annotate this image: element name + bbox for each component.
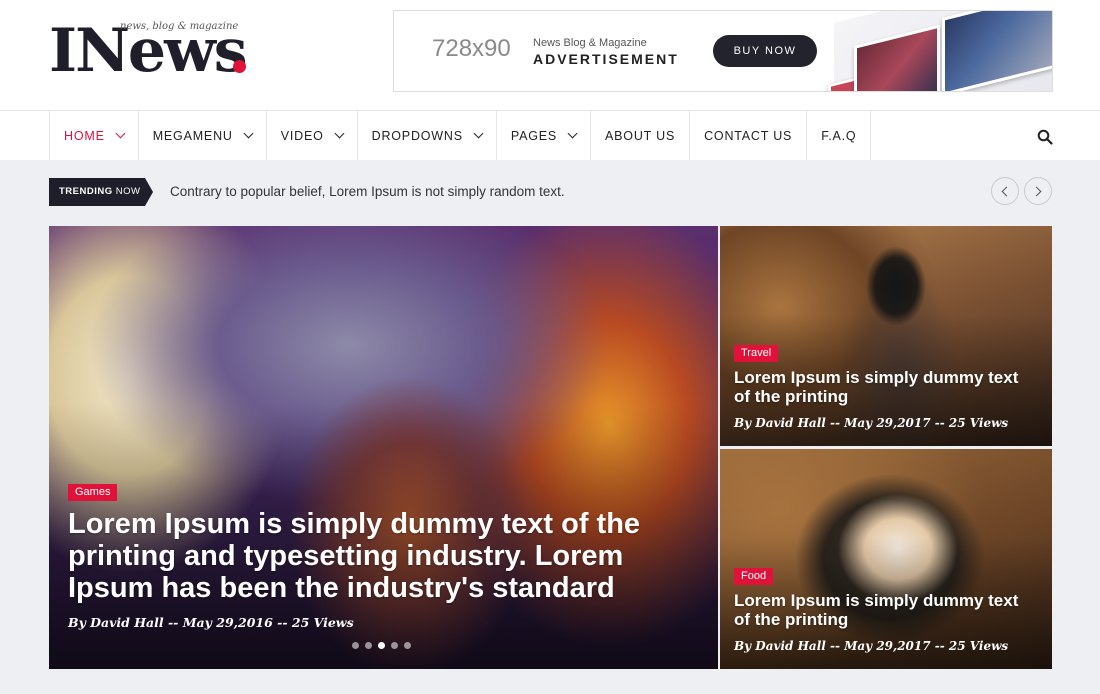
slider-dot[interactable] — [404, 642, 411, 649]
mockup-screen — [942, 11, 1052, 91]
nav-item-label: PAGES — [510, 128, 558, 143]
chevron-down-icon — [334, 128, 345, 139]
nav-item-video[interactable]: VIDEO — [267, 111, 358, 160]
nav-item-label: MEGAMENU — [152, 128, 233, 143]
ad-banner[interactable]: 728x90 News Blog & Magazine ADVERTISEMEN… — [393, 10, 1053, 92]
nav-item-label: HOME — [64, 128, 105, 143]
ad-mockup-image — [828, 11, 1052, 91]
trending-label: TRENDING NOW — [49, 178, 153, 206]
nav-item-label: CONTACT US — [704, 128, 793, 143]
slider-dot[interactable] — [365, 642, 372, 649]
slider-dot[interactable] — [391, 642, 398, 649]
logo-tagline: news, blog & magazine — [120, 21, 239, 32]
trending-label-bold: TRENDING — [59, 186, 113, 197]
nav-item-faq[interactable]: F.A.Q — [807, 111, 872, 160]
chevron-left-icon — [1001, 186, 1012, 197]
post-meta: By David Hall -- May 29,2016 -- 25 Views — [68, 615, 354, 630]
category-badge[interactable]: Games — [68, 484, 118, 501]
chevron-right-icon — [1031, 186, 1042, 197]
chevron-down-icon — [115, 128, 126, 139]
post-title[interactable]: Lorem Ipsum is simply dummy text of the … — [734, 591, 1039, 629]
trending-prev-button[interactable] — [991, 177, 1019, 205]
nav-list: HOME MEGAMENU VIDEO DROPDOWNS PAGES ABOU… — [49, 111, 872, 160]
trending-headline[interactable]: Contrary to popular belief, Lorem Ipsum … — [170, 184, 565, 199]
post-meta: By David Hall -- May 29,2017 -- 25 Views — [734, 639, 1009, 653]
nav-item-about-us[interactable]: ABOUT US — [591, 111, 691, 160]
main-nav: HOME MEGAMENU VIDEO DROPDOWNS PAGES ABOU… — [0, 110, 1100, 160]
nav-item-dropdowns[interactable]: DROPDOWNS — [358, 111, 497, 160]
ad-title: ADVERTISEMENT — [533, 51, 679, 67]
slider-dot-active[interactable] — [378, 642, 385, 649]
nav-item-home[interactable]: HOME — [50, 111, 139, 160]
buy-now-button[interactable]: BUY NOW — [713, 35, 817, 67]
trending-bar: TRENDING NOW Contrary to popular belief,… — [49, 177, 1052, 207]
featured-side-post[interactable]: Travel Lorem Ipsum is simply dummy text … — [720, 226, 1052, 446]
nav-item-contact-us[interactable]: CONTACT US — [690, 111, 808, 160]
nav-item-label: VIDEO — [280, 128, 324, 143]
chevron-down-icon — [243, 128, 254, 139]
nav-item-pages[interactable]: PAGES — [497, 111, 592, 160]
site-logo[interactable]: INews news, blog & magazine — [49, 14, 259, 86]
featured-side-post[interactable]: Food Lorem Ipsum is simply dummy text of… — [720, 449, 1052, 669]
mockup-screen — [854, 24, 940, 91]
nav-item-megamenu[interactable]: MEGAMENU — [139, 111, 267, 160]
nav-item-label: ABOUT US — [605, 128, 676, 143]
post-meta: By David Hall -- May 29,2017 -- 25 Views — [734, 416, 1009, 430]
post-title[interactable]: Lorem Ipsum is simply dummy text of the … — [68, 508, 698, 604]
slider-dot[interactable] — [352, 642, 359, 649]
post-title[interactable]: Lorem Ipsum is simply dummy text of the … — [734, 368, 1039, 406]
nav-item-label: F.A.Q — [821, 128, 857, 143]
chevron-down-icon — [473, 128, 484, 139]
slider-dots — [352, 642, 411, 649]
nav-item-label: DROPDOWNS — [371, 128, 463, 143]
trending-next-button[interactable] — [1024, 177, 1052, 205]
category-badge[interactable]: Travel — [734, 345, 779, 362]
site-header: INews news, blog & magazine 728x90 News … — [0, 0, 1100, 110]
ad-size-label: 728x90 — [432, 35, 511, 62]
search-icon[interactable] — [1037, 129, 1053, 145]
logo-dot — [233, 60, 246, 73]
chevron-down-icon — [567, 128, 578, 139]
category-badge[interactable]: Food — [734, 568, 774, 585]
trending-label-now: NOW — [115, 186, 141, 197]
featured-main-post[interactable]: Games Lorem Ipsum is simply dummy text o… — [49, 226, 718, 669]
ad-subtitle: News Blog & Magazine — [533, 37, 647, 49]
